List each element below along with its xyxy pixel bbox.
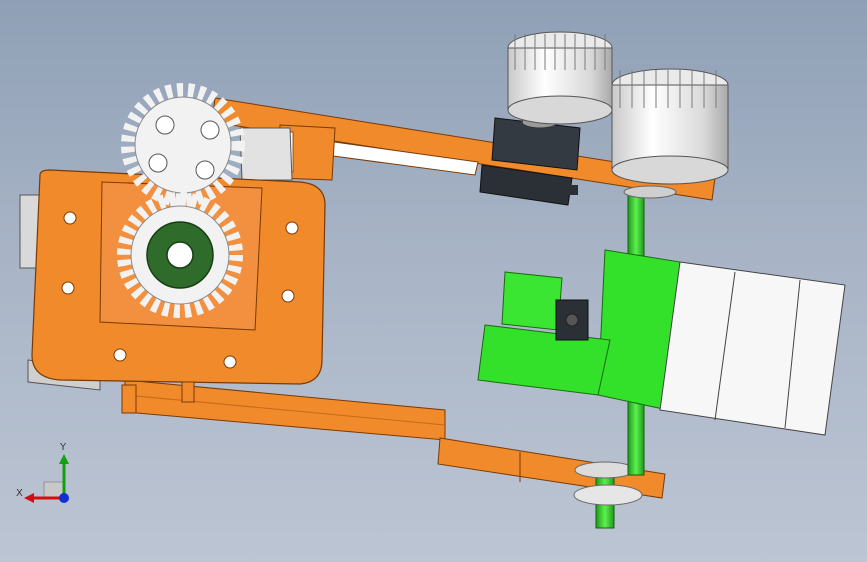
coordinate-triad-icon: Y X — [16, 442, 69, 503]
y-axis-label: Y — [59, 442, 67, 453]
triad-icon-graphic — [24, 454, 69, 503]
lower-arm — [124, 379, 666, 499]
green-bracket — [477, 249, 681, 411]
stepper-motor — [659, 261, 846, 436]
x-axis-label: X — [16, 488, 23, 499]
pulley-left — [507, 31, 613, 125]
cad-viewport[interactable]: Y X — [0, 0, 867, 562]
servo-motor — [479, 115, 581, 206]
assembly-model[interactable] — [0, 0, 867, 562]
pulley-right — [611, 68, 729, 199]
